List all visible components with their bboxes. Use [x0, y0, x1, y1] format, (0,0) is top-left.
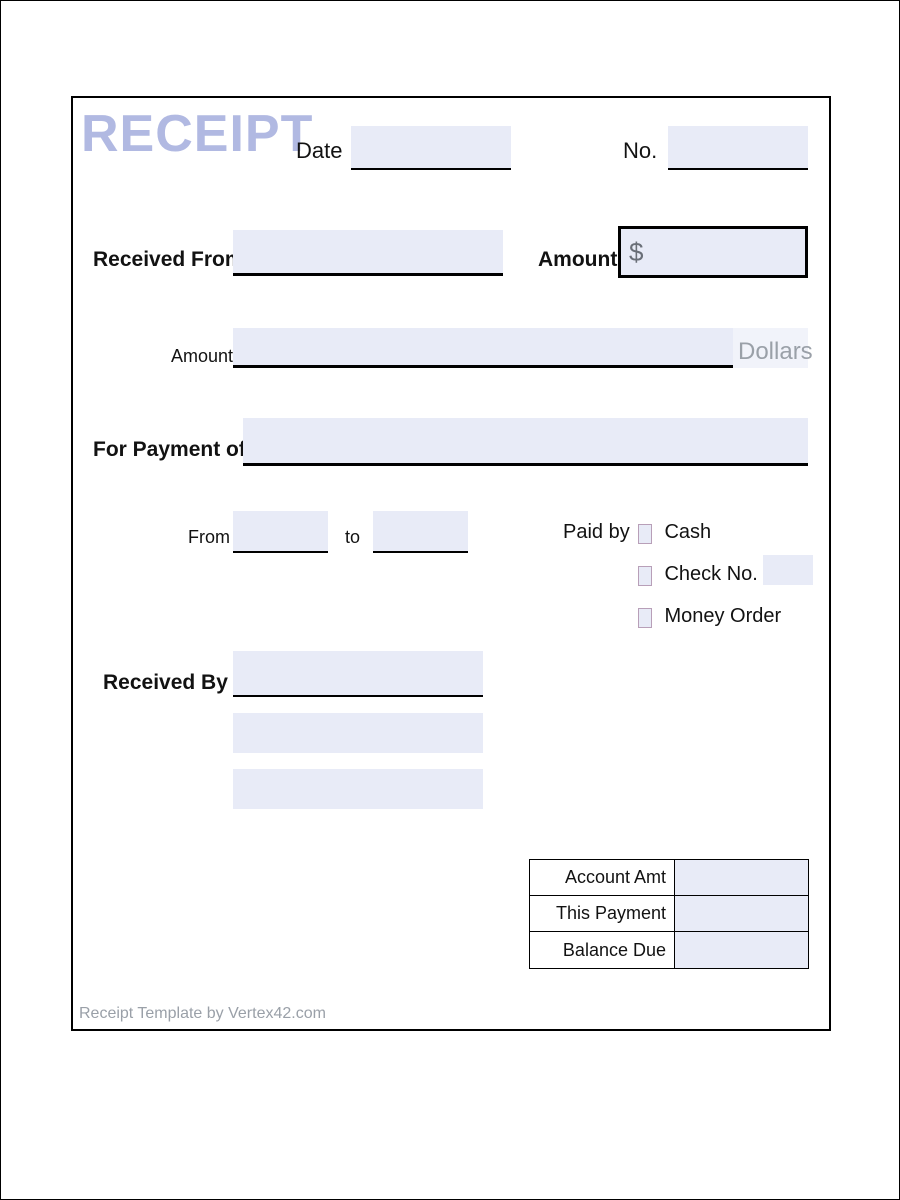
cash-label: Cash: [664, 521, 711, 543]
balance-due-label: Balance Due: [530, 932, 675, 968]
account-amt-label: Account Amt: [530, 860, 675, 895]
date-field[interactable]: [351, 126, 511, 170]
this-payment-value[interactable]: [675, 896, 808, 931]
balance-due-value[interactable]: [675, 932, 808, 968]
footer-credit: Receipt Template by Vertex42.com: [79, 1005, 326, 1023]
summary-row-account: Account Amt: [530, 860, 808, 896]
this-payment-label: This Payment: [530, 896, 675, 931]
amount-box[interactable]: $: [618, 226, 808, 278]
received-from-field[interactable]: [233, 230, 503, 276]
money-order-label: Money Order: [664, 605, 781, 627]
received-by-line3[interactable]: [233, 769, 483, 809]
amount-words-field[interactable]: [233, 328, 733, 368]
to-field[interactable]: [373, 511, 468, 553]
page: RECEIPT Date No. Received From Amount $ …: [0, 0, 900, 1200]
money-order-checkbox[interactable]: [638, 608, 652, 628]
for-payment-field[interactable]: [243, 418, 808, 466]
paidby-cash-row: Cash: [638, 521, 711, 544]
no-field[interactable]: [668, 126, 808, 170]
from-field[interactable]: [233, 511, 328, 553]
cash-checkbox[interactable]: [638, 524, 652, 544]
date-label: Date: [296, 138, 342, 164]
for-payment-label: For Payment of: [93, 438, 246, 462]
check-label: Check No.: [664, 563, 757, 585]
summary-row-payment: This Payment: [530, 896, 808, 932]
from-label: From: [188, 527, 230, 548]
received-by-label: Received By: [103, 671, 228, 695]
received-by-line1[interactable]: [233, 651, 483, 697]
account-amt-value[interactable]: [675, 860, 808, 895]
summary-table: Account Amt This Payment Balance Due: [529, 859, 809, 969]
paid-by-label: Paid by: [563, 521, 630, 544]
check-no-field[interactable]: [763, 555, 813, 585]
paidby-mo-row: Money Order: [638, 605, 781, 628]
dollars-suffix: Dollars: [738, 338, 813, 366]
summary-row-balance: Balance Due: [530, 932, 808, 968]
paidby-check-row: Check No.: [638, 563, 758, 586]
to-label: to: [345, 527, 360, 548]
no-label: No.: [623, 138, 657, 164]
currency-symbol: $: [629, 237, 643, 268]
amount-words-label: Amount: [171, 346, 233, 367]
amount-label: Amount: [538, 248, 617, 272]
check-checkbox[interactable]: [638, 566, 652, 586]
receipt-form: RECEIPT Date No. Received From Amount $ …: [71, 96, 831, 1031]
received-from-label: Received From: [93, 248, 244, 272]
received-by-line2[interactable]: [233, 713, 483, 753]
